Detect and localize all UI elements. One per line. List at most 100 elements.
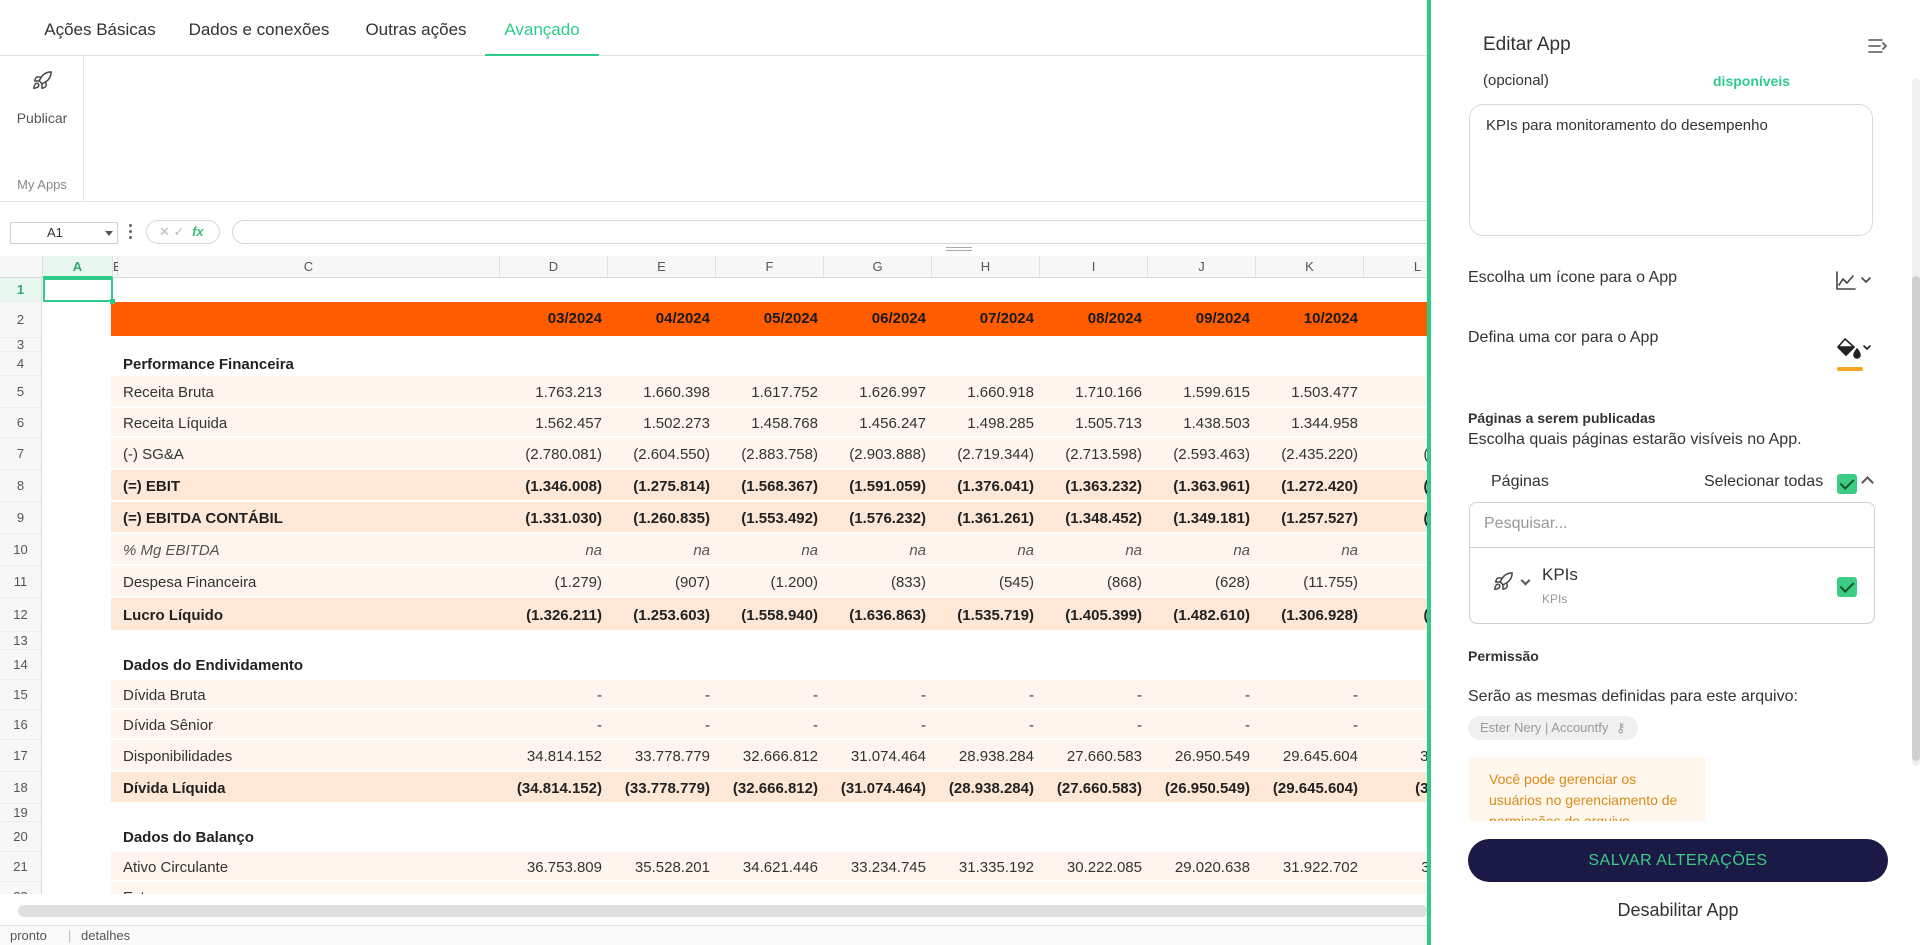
value-cell[interactable]: 35.528.201 [635,859,710,876]
value-cell[interactable]: - [921,687,926,704]
value-cell[interactable]: 1.562.457 [535,415,602,432]
tab-outras-acoes[interactable]: Outras ações [356,0,476,56]
column-header-l[interactable]: L [1364,256,1428,278]
value-cell[interactable]: 1.438.503 [1183,415,1250,432]
row-header-2[interactable]: 2 [0,302,42,338]
value-cell[interactable]: (1.257.527) [1281,510,1358,527]
value-cell[interactable]: na [693,542,710,559]
status-details[interactable]: detalhes [81,926,130,945]
value-cell[interactable]: - [1137,687,1142,704]
resize-handle-icon[interactable] [946,247,972,251]
value-cell[interactable]: (11.755) [1303,574,1358,591]
value-cell[interactable]: 33.234.745 [851,859,926,876]
function-icon[interactable]: fx [192,224,204,239]
pages-search-input[interactable]: Pesquisar... [1470,503,1874,548]
column-header-c[interactable]: C [118,256,500,278]
formula-input[interactable] [232,220,1428,244]
value-cell[interactable]: 1.599.615 [1183,384,1250,401]
value-cell[interactable]: (27.660.583) [1057,780,1142,797]
value-cell[interactable]: na [1233,542,1250,559]
value-cell[interactable]: (1.349.181) [1173,510,1250,527]
value-cell[interactable]: (1.306.928) [1281,607,1358,624]
publish-button[interactable]: Publicar [10,70,74,146]
value-cell[interactable]: (907) [675,574,710,591]
color-selector[interactable] [1835,336,1875,372]
value-cell[interactable]: (2.719.344) [957,446,1034,463]
value-cell[interactable]: (1.405.399) [1065,607,1142,624]
value-cell[interactable]: 34.814.152 [527,748,602,765]
value-cell[interactable]: (1.553.492) [741,510,818,527]
row-header-16[interactable]: 16 [0,710,42,740]
value-cell[interactable]: 1.498.285 [967,415,1034,432]
selected-cell[interactable] [43,278,115,304]
row-header-1[interactable]: 1 [0,278,42,302]
tab-acoes-basicas[interactable]: Ações Básicas [36,0,164,56]
value-cell[interactable]: (28.938.284) [949,780,1034,797]
value-cell[interactable]: (1.361.261) [957,510,1034,527]
value-cell[interactable]: (29.645.604) [1273,780,1358,797]
row-header-20[interactable]: 20 [0,822,42,852]
value-cell[interactable]: (545) [999,574,1034,591]
column-header-h[interactable]: H [932,256,1040,278]
row-header-10[interactable]: 10 [0,534,42,566]
value-cell[interactable]: 31.074.464 [851,748,926,765]
value-cell[interactable]: 29.645.604 [1283,748,1358,765]
value-cell[interactable]: (1.346.008) [525,478,602,495]
value-cell[interactable]: - [597,717,602,734]
value-cell[interactable]: - [705,717,710,734]
value-cell[interactable]: 26.950.549 [1175,748,1250,765]
value-cell[interactable]: (1.576.232) [849,510,926,527]
cancel-formula-icon[interactable]: ✕ [159,224,170,239]
column-header-e[interactable]: E [608,256,716,278]
chevron-down-icon[interactable] [1520,575,1531,586]
horizontal-scrollbar[interactable] [18,905,1428,917]
value-cell[interactable]: (1.636.863) [849,607,926,624]
value-cell[interactable]: na [585,542,602,559]
disable-app-button[interactable]: Desabilitar App [1468,900,1888,921]
row-header-5[interactable]: 5 [0,376,42,408]
value-cell[interactable]: (1.260.835) [633,510,710,527]
tab-avancado[interactable]: Avançado [485,0,599,56]
value-cell[interactable]: (628) [1215,574,1250,591]
collapse-panel-icon[interactable] [1868,38,1888,54]
value-cell[interactable]: (1.326.211) [526,607,602,624]
value-cell[interactable]: (833) [891,574,926,591]
row-header-22[interactable]: 22 [0,882,42,894]
value-cell[interactable]: na [1125,542,1142,559]
value-cell[interactable]: na [909,542,926,559]
value-cell[interactable]: (1.482.610) [1173,607,1250,624]
value-cell[interactable]: 1.660.398 [643,384,710,401]
value-cell[interactable]: - [813,687,818,704]
value-cell[interactable]: - [1353,687,1358,704]
value-cell[interactable]: 1.502.273 [643,415,710,432]
row-header-9[interactable]: 9 [0,502,42,534]
value-cell[interactable]: (1.535.719) [957,607,1034,624]
value-cell[interactable]: (1.331.030) [525,510,602,527]
value-cell[interactable]: 1.503.477 [1291,384,1358,401]
value-cell[interactable]: - [1245,717,1250,734]
row-header-6[interactable]: 6 [0,408,42,438]
value-cell[interactable]: - [1353,717,1358,734]
value-cell[interactable]: na [1341,542,1358,559]
row-header-14[interactable]: 14 [0,650,42,680]
row-header-4[interactable]: 4 [0,352,42,376]
value-cell[interactable]: (1.376.041) [957,478,1034,495]
column-header-k[interactable]: K [1256,256,1364,278]
value-cell[interactable]: (1.253.603) [633,607,710,624]
description-textarea[interactable]: KPIs para monitoramento do desempenho [1469,104,1873,236]
value-cell[interactable]: (33.778.779) [625,780,710,797]
value-cell[interactable]: - [813,717,818,734]
value-cell[interactable]: - [597,687,602,704]
value-cell[interactable]: - [921,717,926,734]
panel-scrollbar-thumb[interactable] [1912,276,1920,761]
row-header-13[interactable]: 13 [0,632,42,650]
value-cell[interactable]: 33.778.779 [635,748,710,765]
value-cell[interactable]: (1.591.059) [849,478,926,495]
value-cell[interactable]: (1.275.814) [633,478,710,495]
value-cell[interactable]: - [1029,717,1034,734]
value-cell[interactable]: 1.763.213 [535,384,602,401]
select-all-corner[interactable] [0,256,43,278]
value-cell[interactable]: 1.626.997 [859,384,926,401]
value-cell[interactable]: - [1137,717,1142,734]
value-cell[interactable]: (34.814.152) [517,780,602,797]
